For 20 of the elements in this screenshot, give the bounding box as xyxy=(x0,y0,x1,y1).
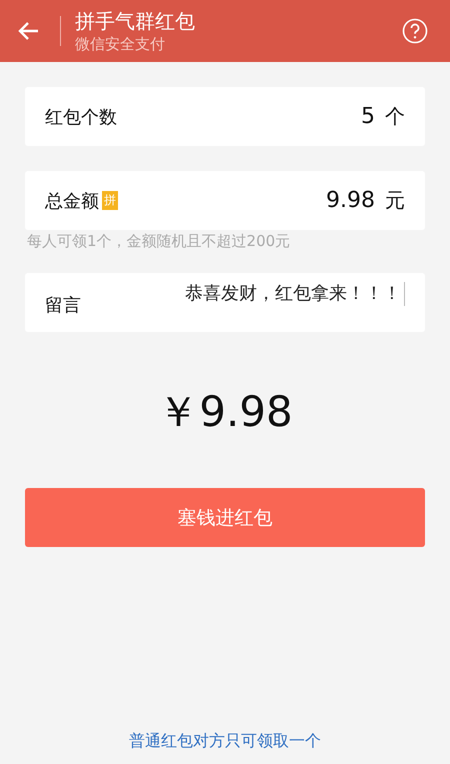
help-icon[interactable] xyxy=(402,18,428,44)
total-amount: ￥9.98 xyxy=(157,386,293,438)
unit-label: 个 xyxy=(385,103,405,130)
field-value: 9.98 xyxy=(326,188,375,213)
field-value: 5 xyxy=(361,104,375,129)
window-title: 拼手气群红包 xyxy=(75,8,195,34)
field-value: 恭喜发财，红包拿来！！！ xyxy=(185,282,401,305)
back-icon[interactable] xyxy=(18,21,40,41)
window-subtitle: 微信安全支付 xyxy=(75,34,165,54)
message-field[interactable]: 留言 恭喜发财，红包拿来！！！ xyxy=(25,273,425,332)
hint-text: 每人可领1个，金额随机且不超过200元 xyxy=(27,232,292,251)
text-cursor xyxy=(404,282,405,306)
field-label: 留言 xyxy=(45,294,81,317)
switch-link[interactable]: 普通红包对方只可领取一个 xyxy=(129,731,321,752)
unit-label: 元 xyxy=(385,187,405,214)
count-field[interactable]: 红包个数 5 个 xyxy=(25,87,425,146)
field-label: 红包个数 xyxy=(45,106,117,128)
random-badge: 拼 xyxy=(102,191,118,210)
amount-field[interactable]: 总金额 拼 9.98 元 xyxy=(25,171,425,230)
field-label: 总金额 xyxy=(45,190,99,212)
